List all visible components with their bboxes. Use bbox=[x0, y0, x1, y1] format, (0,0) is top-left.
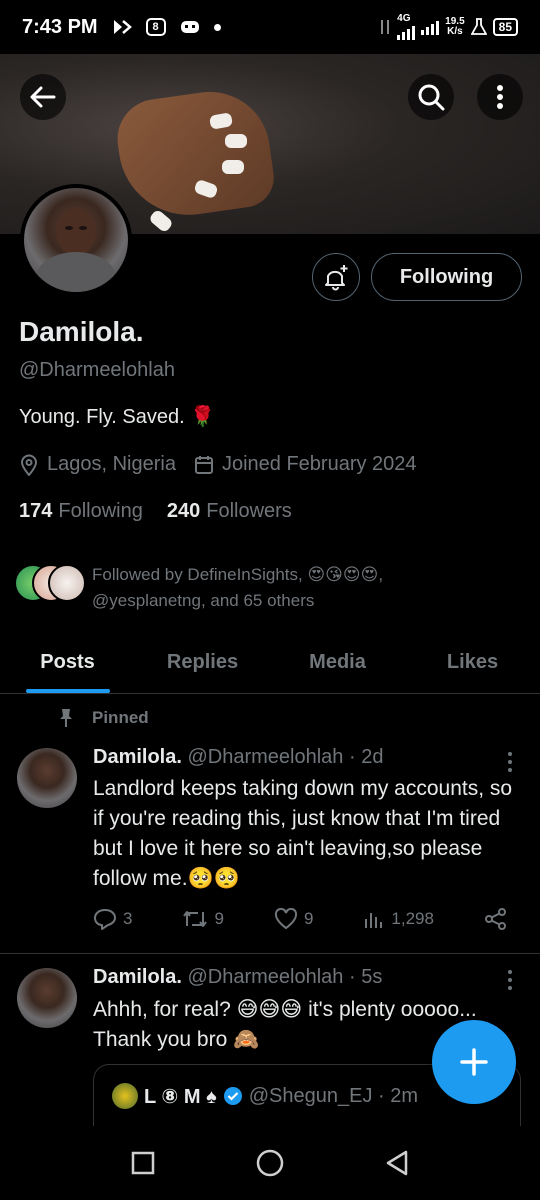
lab-flask-icon bbox=[470, 18, 487, 35]
follow-counts: 174 Following 240 Followers bbox=[19, 500, 292, 523]
reply-icon bbox=[94, 909, 116, 930]
network-speed-unit: K/s bbox=[447, 26, 463, 37]
gamepad-icon bbox=[180, 21, 199, 33]
banner-photo-hand bbox=[112, 84, 278, 224]
following-button[interactable]: Following bbox=[371, 253, 522, 301]
status-time: 7:43 PM bbox=[22, 15, 98, 38]
quote-author-name: L ⑧ M ♠ bbox=[144, 1085, 217, 1108]
status-bar: 7:43 PM 8 4G 19.5 K/s 85 bbox=[0, 0, 540, 54]
compose-post-button[interactable] bbox=[432, 1020, 516, 1104]
pin-icon bbox=[60, 709, 72, 727]
post-actions: 3 9 9 1,298 bbox=[93, 908, 508, 930]
quote-author-meta: @Shegun_EJ · 2m bbox=[248, 1084, 419, 1107]
arrow-left-icon bbox=[30, 86, 56, 108]
followed-by-line-1: Followed by DefineInSights, 😍😘😍😍, bbox=[92, 565, 384, 584]
home-icon[interactable] bbox=[255, 1148, 285, 1178]
battery-indicator: 85 bbox=[492, 18, 518, 36]
post-author-name: Damilola. bbox=[93, 966, 182, 988]
analytics-icon bbox=[365, 913, 383, 928]
profile-tabs: Posts Replies Media Likes bbox=[0, 632, 540, 694]
pinned-indicator: Pinned bbox=[58, 708, 149, 728]
profile-handle: @Dharmeelohlah bbox=[19, 359, 175, 381]
reply-button[interactable]: 3 bbox=[93, 908, 132, 930]
tab-likes[interactable]: Likes bbox=[405, 632, 540, 693]
plus-icon bbox=[460, 1048, 488, 1076]
followers-count-link[interactable]: 240 Followers bbox=[167, 500, 292, 523]
views-button[interactable]: 1,298 bbox=[363, 909, 434, 929]
post-author-meta: @Dharmeelohlah · 5s bbox=[187, 966, 383, 988]
post-text: Landlord keeps taking down my accounts, … bbox=[93, 777, 513, 890]
share-icon bbox=[484, 908, 506, 930]
more-notifications-dot bbox=[213, 23, 221, 31]
profile-name: Damilola. bbox=[19, 316, 144, 347]
follower-avatar-3 bbox=[48, 564, 86, 602]
profile-joined: Joined February 2024 bbox=[221, 453, 417, 475]
signal-icon bbox=[397, 24, 416, 40]
following-count-link[interactable]: 174 Following bbox=[19, 500, 143, 523]
profile-bio: Young. Fly. Saved. 🌹 bbox=[19, 406, 216, 428]
avatar-portrait bbox=[36, 208, 116, 292]
repost-icon bbox=[183, 911, 208, 927]
share-button[interactable] bbox=[484, 908, 508, 930]
post-avatar[interactable] bbox=[17, 748, 77, 808]
app-notification-icon: 8 bbox=[145, 18, 166, 36]
tab-replies[interactable]: Replies bbox=[135, 632, 270, 693]
post-more-button[interactable] bbox=[500, 750, 520, 774]
profile-meta: Lagos, Nigeria Joined February 2024 bbox=[19, 453, 435, 476]
post-more-button[interactable] bbox=[500, 968, 520, 992]
network-type: 4G bbox=[397, 13, 411, 24]
bell-plus-icon bbox=[325, 265, 348, 291]
post-author-meta: @Dharmeelohlah · 2d bbox=[187, 746, 384, 768]
recent-apps-icon[interactable] bbox=[130, 1150, 156, 1176]
system-nav-bar bbox=[0, 1126, 540, 1200]
followed-by[interactable]: Followed by DefineInSights, 😍😘😍😍, @yespl… bbox=[14, 562, 383, 614]
more-options-button[interactable] bbox=[477, 74, 523, 120]
repost-button[interactable]: 9 bbox=[182, 909, 224, 929]
notifications-bell-button[interactable] bbox=[312, 253, 360, 301]
post-avatar[interactable] bbox=[17, 968, 77, 1028]
back-nav-icon[interactable] bbox=[384, 1149, 410, 1177]
tab-media[interactable]: Media bbox=[270, 632, 405, 693]
quote-avatar bbox=[112, 1083, 138, 1109]
profile-avatar[interactable] bbox=[20, 184, 132, 296]
followed-by-line-2: @yesplanetng, and 65 others bbox=[92, 591, 315, 610]
media-play-icon bbox=[113, 20, 132, 34]
search-icon bbox=[418, 84, 445, 111]
location-pin-icon bbox=[20, 454, 38, 476]
tab-posts[interactable]: Posts bbox=[0, 632, 135, 693]
data-transfer-icon bbox=[381, 20, 390, 34]
signal-icon-2 bbox=[421, 19, 440, 35]
more-vertical-icon bbox=[497, 85, 503, 109]
back-button[interactable] bbox=[20, 74, 66, 120]
search-button[interactable] bbox=[408, 74, 454, 120]
post-author-name: Damilola. bbox=[93, 746, 182, 768]
post-divider bbox=[0, 953, 540, 954]
heart-icon bbox=[274, 908, 297, 930]
pinned-label: Pinned bbox=[92, 708, 149, 727]
calendar-icon bbox=[194, 455, 213, 474]
like-button[interactable]: 9 bbox=[274, 908, 313, 930]
profile-location: Lagos, Nigeria bbox=[47, 453, 176, 475]
verified-badge-icon bbox=[223, 1087, 242, 1105]
